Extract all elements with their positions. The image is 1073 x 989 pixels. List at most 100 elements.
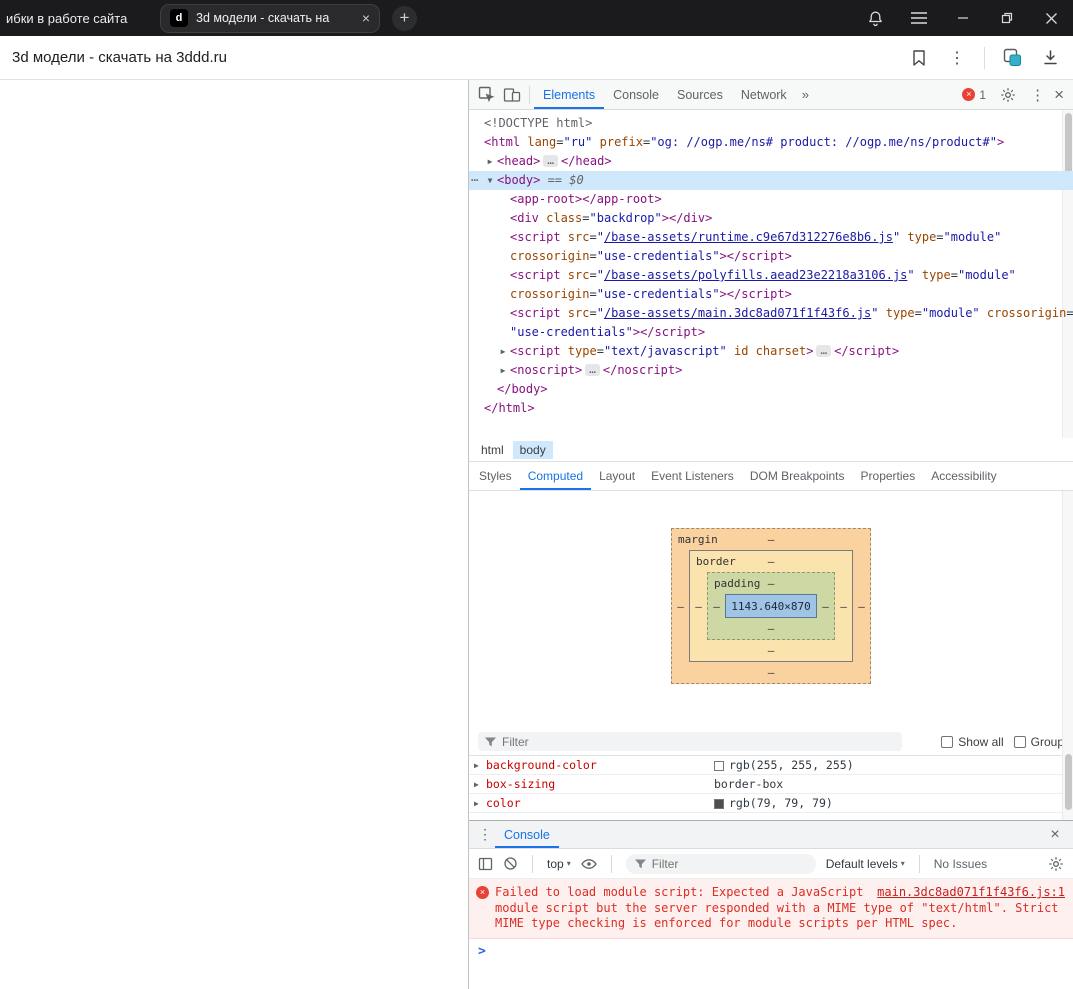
devtools-tab-network[interactable]: Network [732, 80, 796, 109]
devtools-kebab-icon[interactable]: ⋮ [1030, 86, 1045, 104]
new-tab-button[interactable]: + [392, 5, 417, 31]
collapse-arrow-icon[interactable]: ▼ [485, 171, 495, 190]
sidebar-tab-layout[interactable]: Layout [591, 462, 643, 490]
dom-node-line[interactable]: ▶ <noscript>… </noscript> [469, 361, 1073, 380]
border-bottom-value[interactable]: – [768, 644, 775, 657]
page-actions-kebab-icon[interactable]: ⋮ [946, 47, 968, 69]
notifications-icon[interactable] [853, 0, 897, 36]
execution-context-selector[interactable]: top ▾ [547, 857, 571, 871]
computed-filter-box[interactable] [478, 732, 902, 751]
margin-left-value[interactable]: – [672, 600, 689, 613]
scrollbar-thumb[interactable] [1065, 754, 1072, 810]
box-model-margin[interactable]: margin – – border – – padding – – 1143.6… [671, 528, 871, 684]
expand-arrow-icon[interactable]: ▶ [498, 361, 508, 380]
devtools-tab-console[interactable]: Console [604, 80, 668, 109]
computed-property-row[interactable]: ▶ background-color rgb(255, 255, 255) [469, 756, 1073, 775]
dom-node-line[interactable]: crossorigin="use-credentials"></script> [469, 247, 1073, 266]
console-filter-input[interactable] [651, 856, 808, 871]
breadcrumb-html[interactable]: html [474, 441, 511, 459]
collapsed-ellipsis-button[interactable]: … [585, 364, 600, 376]
dom-node-line[interactable]: crossorigin="use-credentials"></script> [469, 285, 1073, 304]
border-right-value[interactable]: – [835, 600, 852, 613]
console-filter-box[interactable] [625, 853, 816, 874]
console-prompt[interactable]: > [469, 939, 1073, 964]
box-model-content[interactable]: 1143.640×870 [725, 594, 817, 618]
dom-node-line[interactable]: ▶ <head>… </head> [469, 152, 1073, 171]
dom-node-line[interactable]: "use-credentials"></script> [469, 323, 1073, 342]
sidebar-tab-event-listeners[interactable]: Event Listeners [643, 462, 742, 490]
breadcrumb-body[interactable]: body [512, 440, 553, 459]
issues-counter[interactable]: No Issues [934, 857, 987, 871]
page-viewport[interactable] [0, 80, 468, 989]
box-model-border[interactable]: border – – padding – – 1143.640×870 – – … [689, 550, 853, 662]
devtools-close-icon[interactable]: × [1054, 85, 1064, 105]
bookmark-icon[interactable] [908, 47, 930, 69]
error-source-link[interactable]: main.3dc8ad071f1f43f6.js:1 [877, 885, 1065, 901]
log-levels-selector[interactable]: Default levels ▾ [826, 857, 905, 871]
padding-left-value[interactable]: – [708, 600, 725, 613]
live-expression-eye-icon[interactable] [580, 858, 597, 870]
dom-node-line[interactable]: <app-root></app-root> [469, 190, 1073, 209]
dom-node-line[interactable]: ⋯ ▼ <body> == $0 [469, 171, 1073, 190]
margin-bottom-value[interactable]: – [768, 666, 775, 679]
computed-filter-input[interactable] [502, 734, 896, 749]
inspect-element-icon[interactable] [473, 82, 499, 108]
box-model-padding[interactable]: padding – – 1143.640×870 – – [707, 572, 835, 640]
menu-icon[interactable] [897, 0, 941, 36]
margin-right-value[interactable]: – [853, 600, 870, 613]
computed-property-row[interactable]: ▶ box-sizing border-box [469, 775, 1073, 794]
node-overflow-icon[interactable]: ⋯ [471, 171, 478, 190]
sidebar-tab-computed[interactable]: Computed [520, 462, 591, 490]
margin-top-value[interactable]: – [768, 533, 775, 546]
expand-arrow-icon[interactable]: ▶ [474, 756, 479, 775]
devtools-tab-elements[interactable]: Elements [534, 80, 604, 109]
console-drawer-tab[interactable]: Console [495, 821, 559, 848]
resource-link[interactable]: /base-assets/main.3dc8ad071f1f43f6.js [604, 306, 871, 320]
border-left-value[interactable]: – [690, 600, 707, 613]
active-tab[interactable]: d 3d модели - скачать на × [160, 3, 380, 33]
tab-close-icon[interactable]: × [362, 10, 370, 26]
dom-node-line[interactable]: <div class="backdrop"></div> [469, 209, 1073, 228]
drawer-kebab-icon[interactable]: ⋮ [475, 826, 495, 843]
devtools-tab-sources[interactable]: Sources [668, 80, 732, 109]
sidebar-tab-accessibility[interactable]: Accessibility [923, 462, 1004, 490]
expand-arrow-icon[interactable]: ▶ [474, 775, 479, 794]
clear-console-icon[interactable] [503, 856, 518, 871]
drawer-close-icon[interactable]: × [1043, 826, 1067, 844]
border-top-value[interactable]: – [768, 555, 775, 568]
computed-property-row[interactable]: ▶ color rgb(79, 79, 79) [469, 794, 1073, 813]
restore-button[interactable] [985, 0, 1029, 36]
console-sidebar-icon[interactable] [478, 857, 493, 871]
padding-right-value[interactable]: – [817, 600, 834, 613]
dom-node-line[interactable]: ▶ <script type="text/javascript" id chars… [469, 342, 1073, 361]
collapsed-ellipsis-button[interactable]: … [543, 155, 558, 167]
dom-node-line[interactable]: <script src="/base-assets/polyfills.aead… [469, 266, 1073, 285]
dom-node-line[interactable]: </html> [469, 399, 1073, 418]
expand-arrow-icon[interactable]: ▶ [474, 794, 479, 813]
padding-bottom-value[interactable]: – [768, 622, 775, 635]
console-settings-gear-icon[interactable] [1048, 856, 1064, 872]
expand-arrow-icon[interactable]: ▶ [485, 152, 495, 171]
resource-link[interactable]: /base-assets/runtime.c9e67d312276e8b6.js [604, 230, 893, 244]
sidebar-tab-dom-breakpoints[interactable]: DOM Breakpoints [742, 462, 853, 490]
group-checkbox[interactable] [1013, 735, 1026, 748]
padding-top-value[interactable]: – [768, 577, 775, 590]
sidebar-tab-properties[interactable]: Properties [853, 462, 924, 490]
dom-node-line[interactable]: <html lang="ru" prefix="og: //ogp.me/ns#… [469, 133, 1073, 152]
resource-link[interactable]: /base-assets/polyfills.aead23e2218a3106.… [604, 268, 907, 282]
dom-node-line[interactable]: <script src="/base-assets/main.3dc8ad071… [469, 304, 1073, 323]
minimize-button[interactable] [941, 0, 985, 36]
sidebar-tab-styles[interactable]: Styles [471, 462, 520, 490]
more-tabs-button[interactable]: » [796, 87, 815, 102]
settings-gear-icon[interactable] [995, 82, 1021, 108]
download-icon[interactable] [1039, 47, 1061, 69]
dom-node-line[interactable]: <!DOCTYPE html> [469, 114, 1073, 133]
computed-scrollbar[interactable] [1062, 491, 1073, 820]
error-badge[interactable]: × 1 [962, 88, 986, 102]
expand-arrow-icon[interactable]: ▶ [498, 342, 508, 361]
background-tab[interactable]: ибки в работе сайта [0, 11, 150, 26]
show-all-checkbox[interactable] [941, 735, 954, 748]
tab-groups-icon[interactable] [1001, 47, 1023, 69]
close-window-button[interactable] [1029, 0, 1073, 36]
device-toolbar-icon[interactable] [499, 82, 525, 108]
